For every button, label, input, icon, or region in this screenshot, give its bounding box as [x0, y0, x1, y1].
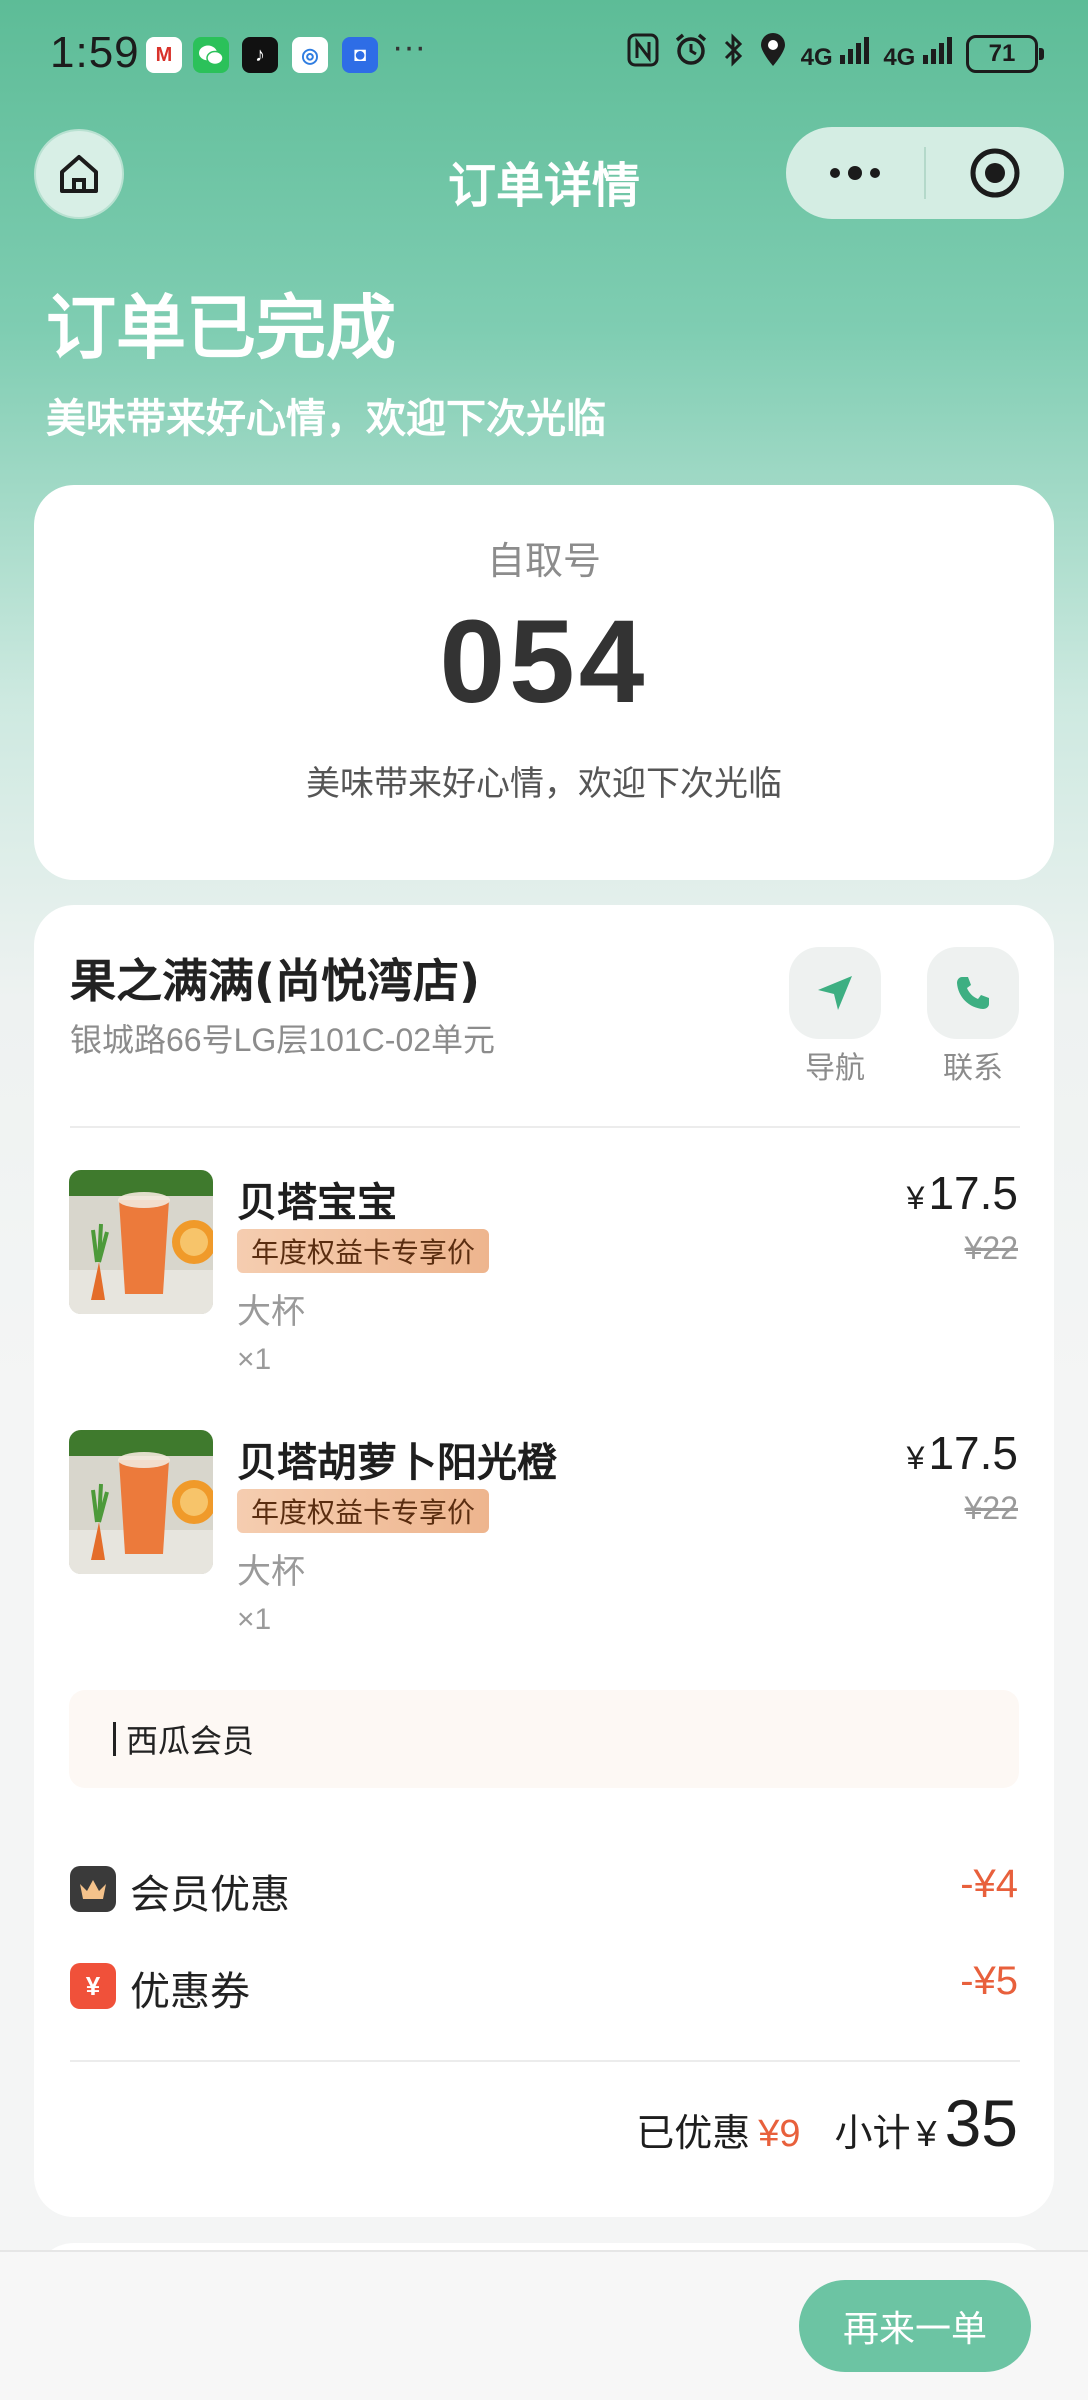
crown-icon [70, 1866, 116, 1912]
status-time: 1:59 [50, 28, 140, 77]
navigation-arrow-icon [818, 976, 852, 1010]
currency-symbol: ¥ [906, 1440, 925, 1476]
phone-icon [957, 977, 989, 1009]
navigate-button[interactable] [789, 947, 881, 1039]
more-notifications-icon: ··· [392, 28, 426, 66]
product-price-value: 17.5 [928, 1167, 1018, 1219]
order-status-subtitle: 美味带来好心情，欢迎下次光临 [46, 396, 606, 442]
discount-total-label: 已优惠 [636, 2111, 751, 2155]
member-label: 西瓜会员 [126, 1722, 255, 1760]
miniprogram-capsule [786, 127, 1064, 219]
location-icon [759, 32, 787, 75]
product-member-tag: 年度权益卡专享价 [237, 1489, 490, 1533]
close-miniprogram-button[interactable] [926, 127, 1064, 219]
contact-label: 联系 [943, 1051, 1003, 1086]
subtotal-value: 35 [944, 2086, 1018, 2160]
member-info-box: 西瓜会员 [69, 1690, 1019, 1788]
bluetooth-icon [723, 32, 745, 75]
coupon-value: -¥5 [960, 1959, 1018, 2003]
pickup-number: 054 [439, 596, 649, 728]
nfc-icon [627, 33, 659, 74]
product-quantity: ×1 [237, 1603, 272, 1636]
tiktok-app-icon: ♪ [242, 37, 278, 73]
order-summary: 已优惠 ¥9 小计 ¥ 35 [636, 2085, 1018, 2161]
signal-1-icon: 4G [801, 35, 870, 72]
navigate-label: 导航 [805, 1051, 865, 1086]
more-dots-icon [830, 166, 880, 180]
contact-button[interactable] [927, 947, 1019, 1039]
discount-total-value: ¥9 [758, 2113, 801, 2155]
coupon-label: 优惠券 [130, 1969, 250, 2015]
member-bar-marker [113, 1722, 116, 1756]
shield-app-icon: ◘ [342, 37, 378, 73]
status-indicators: 4G 4G 71 [627, 32, 1044, 75]
product-spec: 大杯 [237, 1552, 305, 1592]
product-price: ¥17.5 [907, 1426, 1018, 1480]
product-spec: 大杯 [237, 1292, 305, 1332]
status-bar: 1:59 M ♪ ◎ ◘ ··· 4G 4G 71 [0, 0, 1088, 110]
subtotal-label: 小计 [834, 2111, 911, 2155]
product-name: 贝塔宝宝 [237, 1180, 397, 1226]
product-member-tag: 年度权益卡专享价 [237, 1229, 490, 1273]
product-original-price: ¥22 [964, 1490, 1018, 1526]
summary-divider [70, 2060, 1020, 2062]
product-image [69, 1430, 213, 1574]
product-price: ¥17.5 [907, 1166, 1018, 1220]
product-image [69, 1170, 213, 1314]
reorder-button[interactable]: 再来一单 [799, 2280, 1031, 2372]
product-original-price: ¥22 [964, 1230, 1018, 1266]
wechat-app-icon [193, 37, 229, 73]
battery-indicator: 71 [966, 34, 1044, 73]
coupon-yen-icon: ¥ [70, 1963, 116, 2009]
subtotal-currency: ¥ [916, 2113, 937, 2154]
pickup-message: 美味带来好心情，欢迎下次光临 [306, 764, 782, 804]
member-discount-label: 会员优惠 [130, 1872, 290, 1918]
signal-2-icon: 4G [883, 35, 952, 72]
chat-app-icon: ◎ [292, 37, 328, 73]
alarm-icon [673, 32, 709, 75]
gmail-app-icon: M [146, 37, 182, 73]
currency-symbol: ¥ [906, 1180, 925, 1216]
order-status-heading: 订单已完成 [46, 287, 396, 369]
more-options-button[interactable] [786, 127, 924, 219]
member-discount-value: -¥4 [960, 1862, 1018, 1906]
store-address: 银城路66号LG层101C-02单元 [70, 1022, 496, 1058]
product-name: 贝塔胡萝卜阳光橙 [237, 1440, 557, 1486]
pickup-number-label: 自取号 [486, 539, 601, 583]
product-price-value: 17.5 [928, 1427, 1018, 1479]
store-name: 果之满满(尚悦湾店) [70, 954, 481, 1008]
target-close-icon [970, 148, 1020, 198]
product-quantity: ×1 [237, 1343, 272, 1376]
store-divider [70, 1126, 1020, 1128]
